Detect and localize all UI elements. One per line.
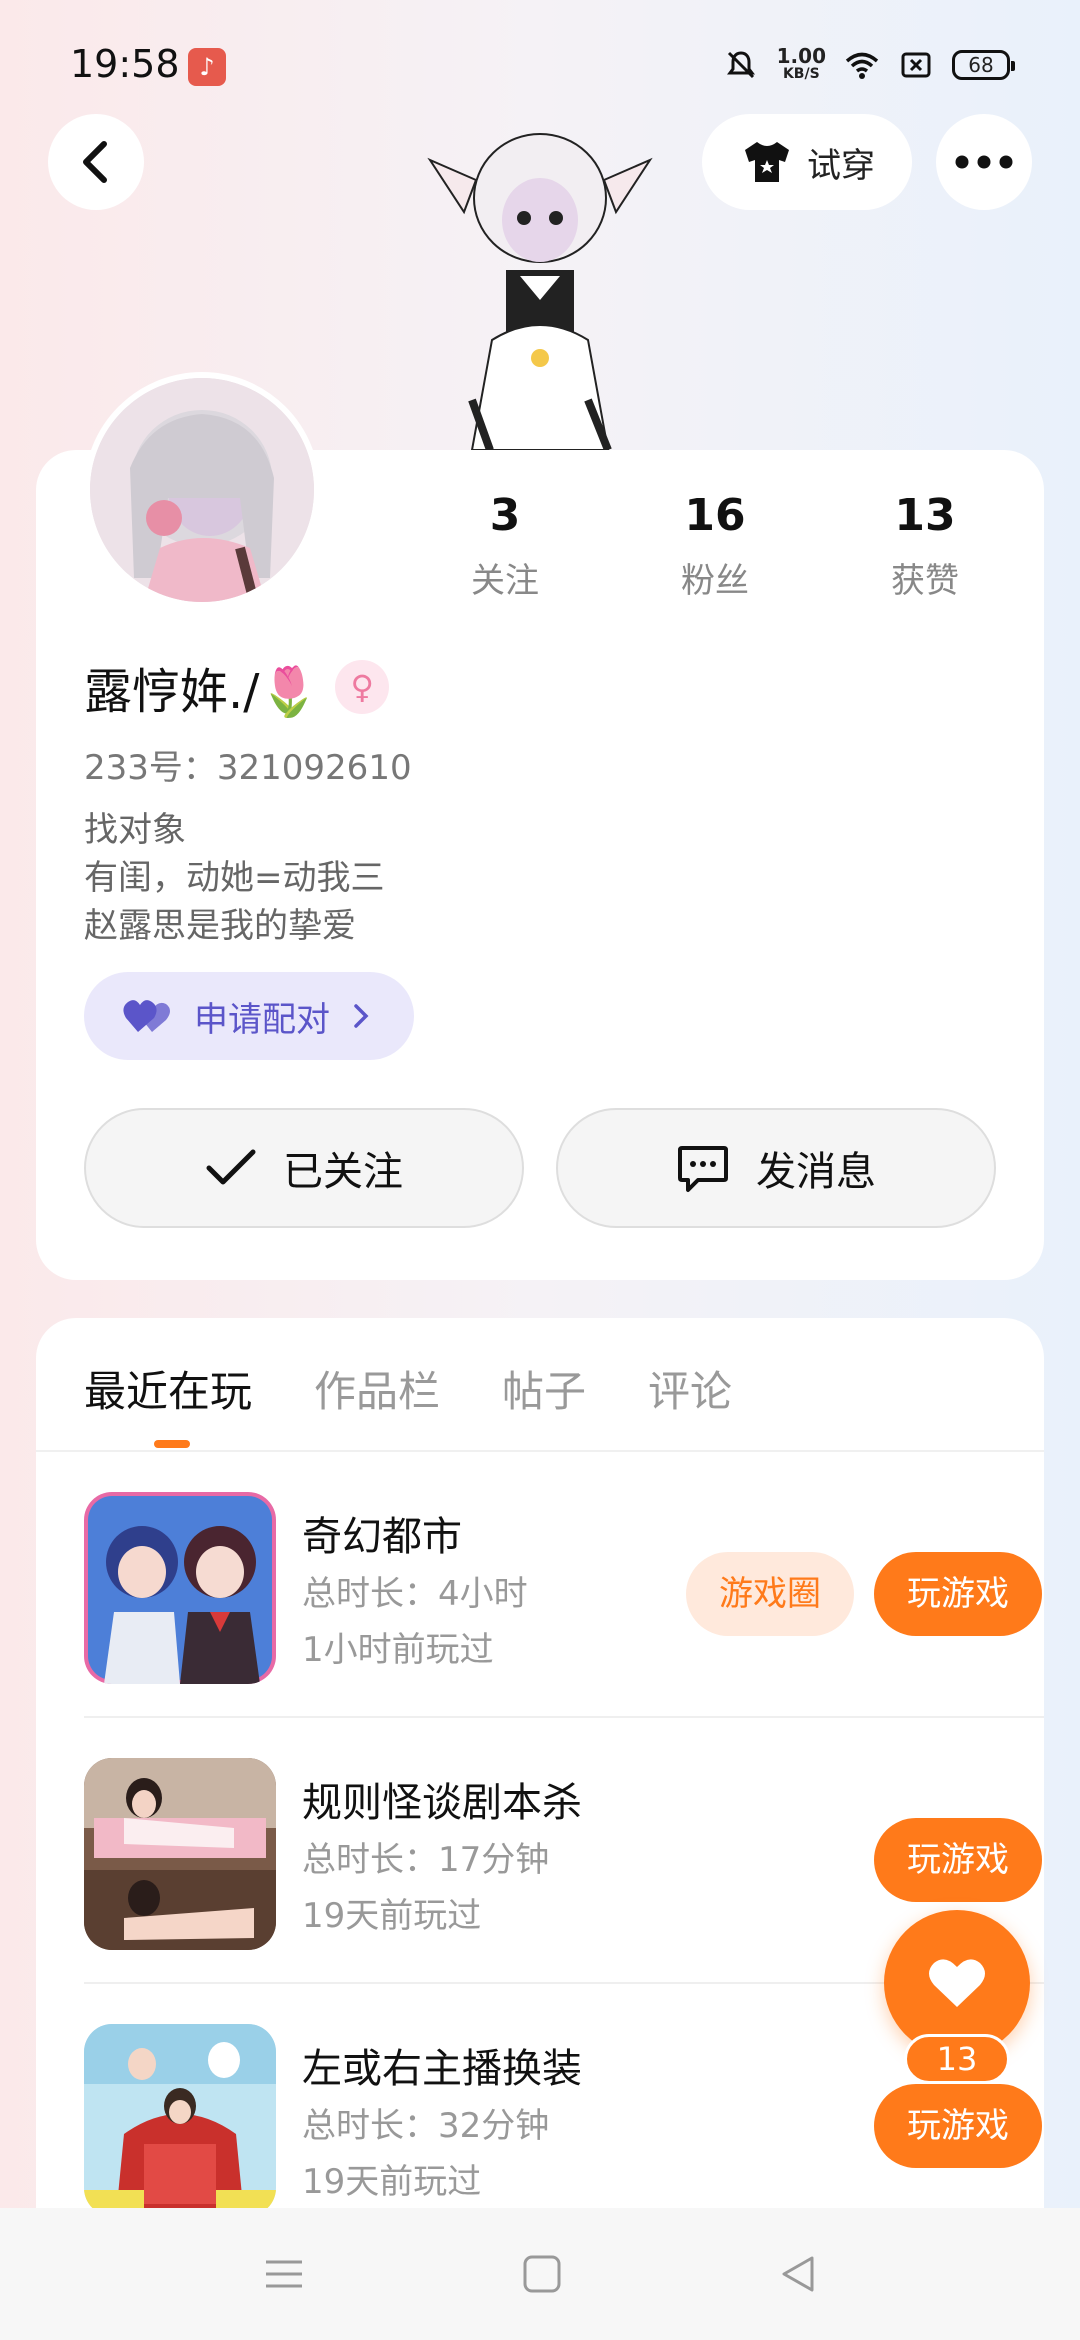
net-speed-value: 1.00: [776, 44, 826, 68]
recent-games-card: 最近在玩 作品栏 帖子 评论 奇幻都市 总时长：4小时 1小时前玩过 游戏圈 玩…: [36, 1318, 1044, 2340]
game-title: 左或右主播换装: [302, 2046, 582, 2092]
bio-line: 找对象: [84, 810, 186, 850]
net-speed-unit: KB/S: [782, 66, 820, 82]
game-title: 奇幻都市: [302, 1514, 462, 1560]
game-duration: 总时长：17分钟: [302, 1840, 550, 1880]
game-thumbnail: [84, 1758, 276, 1950]
header-character-image: [427, 133, 653, 450]
music-note-icon: ♪: [188, 48, 226, 86]
username: 露悙姩./🌷: [84, 664, 320, 720]
game-last-played: 19天前玩过: [302, 1896, 482, 1936]
game-duration: 总时长：32分钟: [302, 2106, 550, 2146]
user-id: 233号：321092610: [84, 748, 412, 788]
game-duration: 总时长：4小时: [302, 1574, 528, 1614]
tab-posts[interactable]: 帖子: [502, 1358, 586, 1419]
tab-recently-played[interactable]: 最近在玩: [84, 1358, 252, 1419]
fans-stat[interactable]: 16 粉丝: [630, 490, 800, 602]
chat-bubble-icon: [678, 1146, 728, 1192]
battery-indicator: 68: [952, 50, 1015, 80]
network-speed: 1.00 KB/S: [776, 44, 826, 83]
following-stat[interactable]: 3 关注: [420, 490, 590, 602]
chevron-left-icon: [83, 141, 107, 183]
game-last-played: 1小时前玩过: [302, 1630, 494, 1670]
wifi-icon: [845, 52, 879, 79]
bell-muted-icon: [726, 51, 755, 79]
tab-works[interactable]: 作品栏: [314, 1358, 440, 1419]
bio-line: 赵露思是我的挚爱: [84, 906, 356, 946]
game-row[interactable]: 奇幻都市 总时长：4小时 1小时前玩过 游戏圈 玩游戏: [84, 1452, 1044, 1718]
game-thumbnail: [84, 2024, 276, 2216]
following-label: 已关注: [283, 1149, 403, 1195]
stat-value: 13: [894, 490, 956, 541]
female-gender-icon: ♀: [335, 660, 390, 714]
tab-comments[interactable]: 评论: [648, 1358, 732, 1419]
avatar[interactable]: [84, 372, 320, 608]
game-thumbnail: [84, 1492, 276, 1684]
apply-pair-button[interactable]: 申请配对: [84, 972, 414, 1060]
more-dots-icon: [955, 155, 1013, 169]
like-count-badge: 13: [904, 2034, 1010, 2084]
play-game-button[interactable]: 玩游戏: [874, 1552, 1042, 1636]
active-tab-indicator: [154, 1440, 190, 1448]
stat-value: 3: [489, 490, 521, 541]
home-square-icon[interactable]: [520, 2254, 564, 2294]
bio-line: 有闺，动她=动我三: [84, 858, 385, 898]
profile-tabs: 最近在玩 作品栏 帖子 评论: [84, 1358, 732, 1419]
menu-icon[interactable]: [262, 2254, 306, 2294]
back-triangle-icon[interactable]: [776, 2254, 820, 2294]
profile-stats: 3 关注 16 粉丝 13 获赞: [420, 490, 1010, 602]
game-title: 规则怪谈剧本杀: [302, 1780, 582, 1826]
bio: 找对象 有闺，动她=动我三 赵露思是我的挚爱: [84, 806, 385, 950]
likes-stat[interactable]: 13 获赞: [840, 490, 1010, 602]
send-message-label: 发消息: [756, 1149, 876, 1195]
stat-value: 16: [684, 490, 746, 541]
game-last-played: 19天前玩过: [302, 2162, 482, 2202]
double-heart-icon: [123, 1000, 170, 1032]
checkmark-icon: [206, 1149, 256, 1185]
system-nav-bar: [0, 2208, 1080, 2340]
stat-label: 粉丝: [681, 561, 749, 601]
stat-label: 关注: [471, 561, 539, 601]
avatar-image: [90, 378, 314, 602]
tshirt-icon: [745, 142, 789, 182]
play-game-button[interactable]: 玩游戏: [874, 1818, 1042, 1902]
more-options-button[interactable]: [936, 114, 1032, 210]
sim-card-icon: [901, 52, 931, 78]
stat-label: 获赞: [891, 561, 959, 601]
status-icons: 1.00 KB/S 68: [723, 42, 1015, 88]
username-row: 露悙姩./🌷 ♀: [84, 652, 390, 722]
game-circle-button[interactable]: 游戏圈: [686, 1552, 854, 1636]
try-on-button[interactable]: 试穿: [702, 114, 912, 210]
apply-pair-label: 申请配对: [194, 999, 330, 1040]
play-game-button[interactable]: 玩游戏: [874, 2084, 1042, 2168]
try-on-label: 试穿: [807, 145, 875, 186]
chevron-right-icon: [354, 1004, 369, 1028]
heart-icon: [929, 1959, 985, 2007]
following-button[interactable]: 已关注: [84, 1108, 524, 1228]
status-time: 19:58: [70, 42, 180, 86]
send-message-button[interactable]: 发消息: [556, 1108, 996, 1228]
back-button[interactable]: [48, 114, 144, 210]
